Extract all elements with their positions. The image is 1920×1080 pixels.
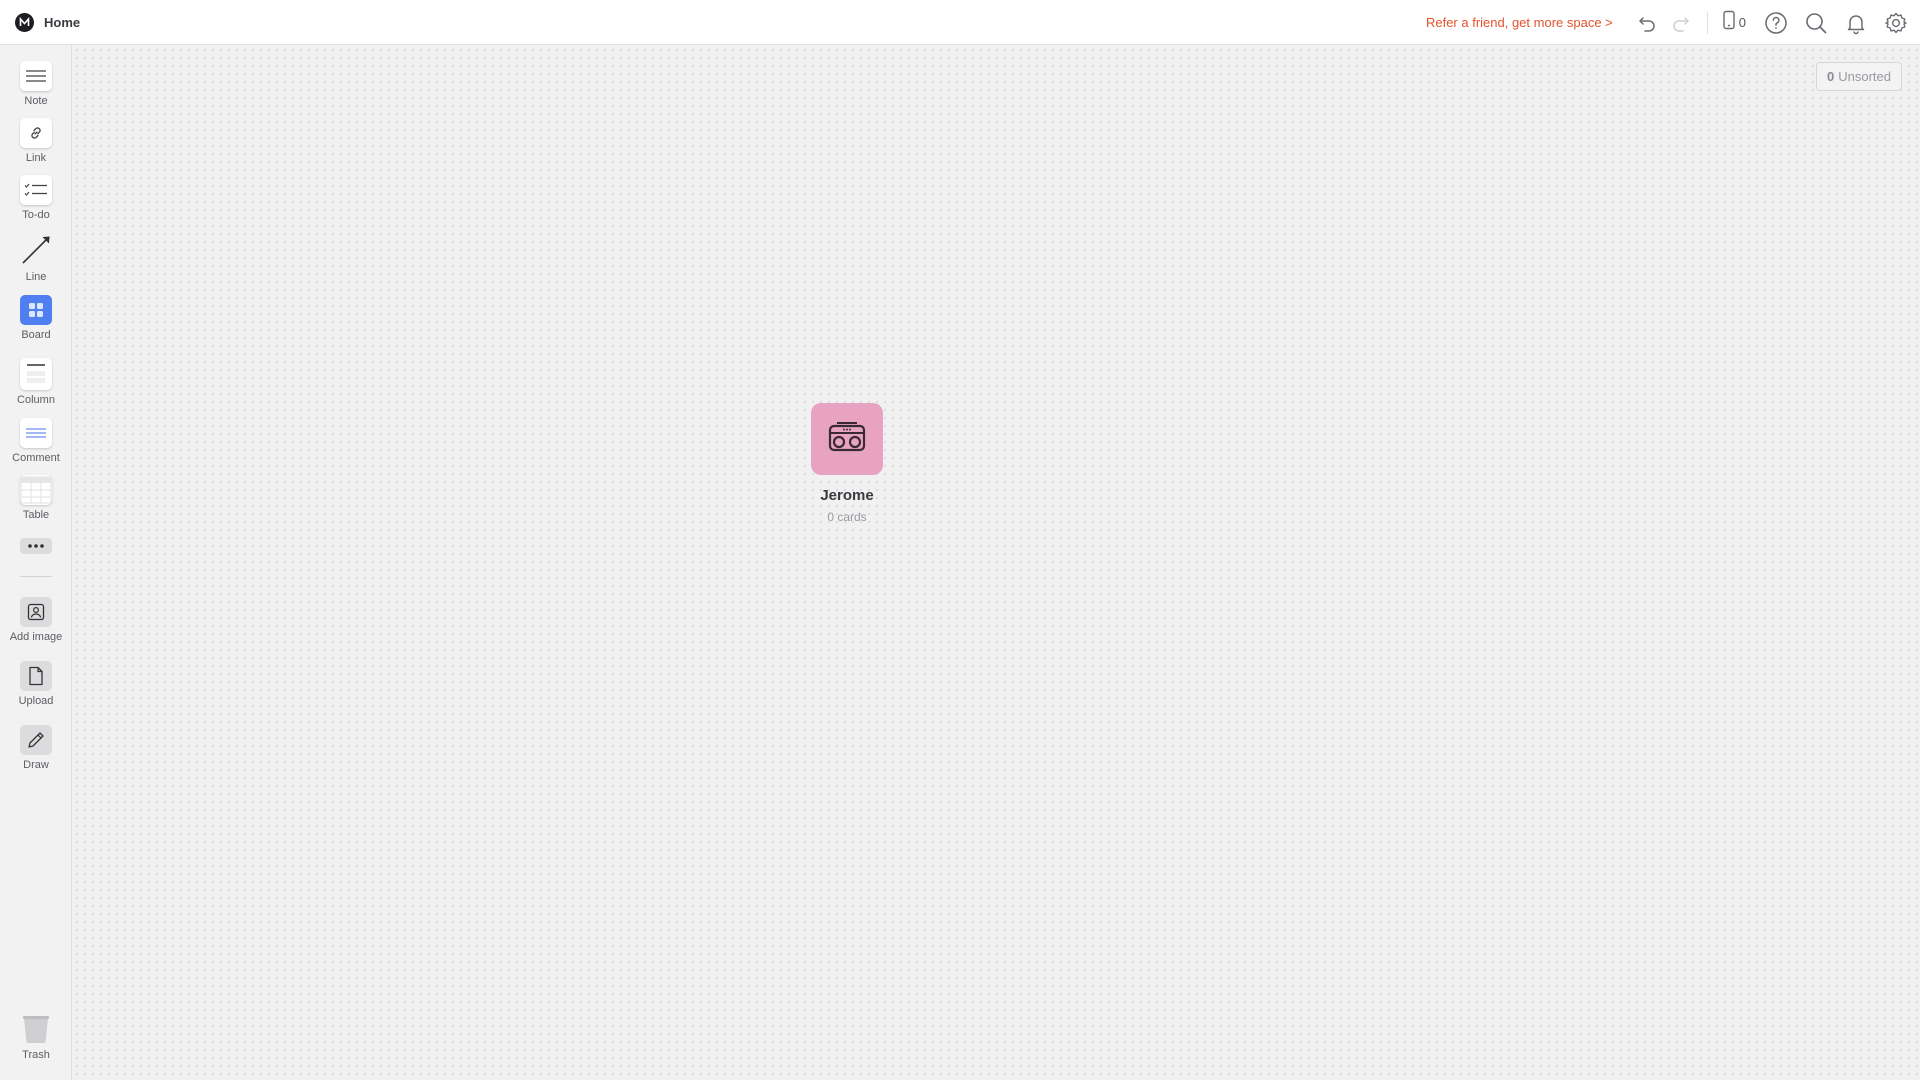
gear-icon[interactable] [1884, 11, 1908, 35]
tool-board[interactable]: Board [0, 295, 72, 341]
tool-add-image[interactable]: Add image [0, 597, 72, 643]
comment-icon [20, 418, 52, 448]
board-tile [811, 403, 883, 475]
unsorted-label: Unsorted [1838, 69, 1891, 84]
boombox-icon [827, 421, 867, 458]
tool-draw[interactable]: Draw [0, 725, 72, 771]
tool-link[interactable]: Link [0, 118, 72, 164]
tool-comment[interactable]: Comment [0, 418, 72, 464]
logo-icon [15, 12, 34, 32]
tool-label: Draw [23, 759, 49, 771]
unsorted-count: 0 [1827, 69, 1835, 84]
pencil-icon [20, 725, 52, 755]
board-canvas[interactable]: 0 Unsorted Jerome 0 cards [73, 46, 1920, 1080]
tool-note[interactable]: Note [0, 61, 72, 107]
tool-sidebar: Note Link To-do Line Board Column Commen… [0, 45, 72, 1080]
column-icon [20, 358, 52, 390]
more-icon [20, 538, 52, 554]
bell-icon[interactable] [1844, 11, 1868, 35]
undo-icon[interactable] [1635, 11, 1659, 35]
help-icon[interactable] [1764, 11, 1788, 35]
board-icon [20, 295, 52, 325]
redo-icon[interactable] [1669, 11, 1693, 35]
line-icon [20, 233, 52, 267]
tool-label: Column [17, 394, 55, 406]
sidebar-divider [20, 576, 52, 577]
device-icon [1722, 10, 1736, 35]
tool-column[interactable]: Column [0, 358, 72, 406]
toolbar-separator [1706, 11, 1708, 34]
unsorted-button[interactable]: 0 Unsorted [1816, 62, 1902, 91]
tool-label: Line [25, 271, 47, 283]
tool-label: Link [25, 152, 47, 164]
image-icon [20, 597, 52, 627]
device-count-value: 0 [1738, 15, 1746, 30]
note-icon [20, 61, 52, 91]
tool-trash[interactable]: Trash [0, 1015, 72, 1061]
tool-upload[interactable]: Upload [0, 661, 72, 707]
tool-label: To-do [22, 209, 50, 221]
tool-label: Table [22, 509, 50, 521]
tool-table[interactable]: Table [0, 475, 72, 521]
link-icon [20, 118, 52, 148]
search-icon[interactable] [1804, 11, 1828, 35]
home-label: Home [44, 14, 81, 30]
tool-label: Upload [18, 695, 54, 707]
board-name: Jerome [820, 487, 874, 504]
home-link[interactable]: Home [15, 12, 81, 32]
board-item-jerome[interactable]: Jerome 0 cards [778, 403, 916, 524]
upload-icon [20, 661, 52, 691]
top-bar: Home Refer a friend, get more space > 0 [0, 0, 1920, 45]
trash-icon [20, 1015, 52, 1045]
tool-label: Add image [9, 631, 63, 643]
tool-more[interactable] [0, 538, 72, 554]
table-icon [20, 475, 52, 505]
tool-line[interactable]: Line [0, 233, 72, 283]
board-card-count: 0 cards [827, 510, 867, 524]
tool-label: Board [21, 329, 51, 341]
tool-label: Note [24, 95, 48, 107]
device-counter[interactable]: 0 [1722, 10, 1746, 35]
refer-friend-link[interactable]: Refer a friend, get more space > [1426, 15, 1613, 30]
tool-label: Comment [12, 452, 60, 464]
tool-label: Trash [22, 1049, 50, 1061]
top-right-actions: Refer a friend, get more space > 0 [1426, 0, 1920, 45]
todo-icon [20, 175, 52, 205]
tool-todo[interactable]: To-do [0, 175, 72, 221]
